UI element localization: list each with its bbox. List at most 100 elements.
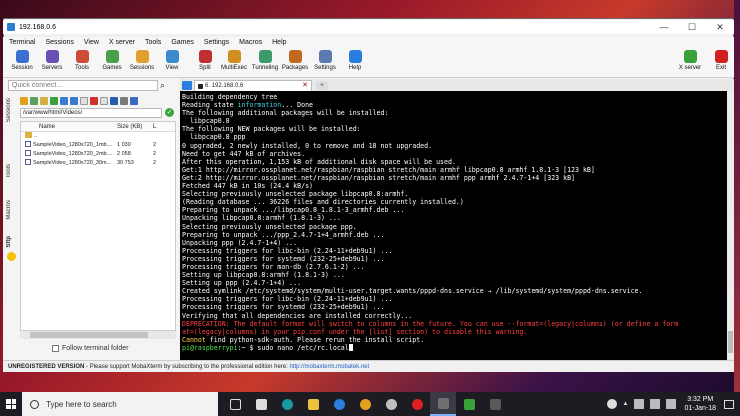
menu-x-server[interactable]: X server: [109, 39, 135, 46]
file-list-scrollbar[interactable]: [20, 331, 176, 339]
view-icon[interactable]: [120, 96, 128, 105]
people-icon[interactable]: [606, 399, 617, 409]
file-explorer-icon[interactable]: [300, 392, 326, 416]
file-row[interactable]: SampleVideo_1280x720_30m... 30 753 2: [21, 159, 175, 168]
edge-icon[interactable]: [326, 392, 352, 416]
terminal-text: Setting up libpcap0.8:armhf (1.8.1-3) ..…: [182, 271, 345, 280]
terminal-text: Cannot: [182, 335, 206, 344]
show-hidden-icons[interactable]: ▲: [623, 401, 629, 407]
clock[interactable]: 3:32 PM 01-Jan-18: [684, 395, 716, 413]
refresh-icon[interactable]: [50, 96, 58, 105]
vertical-tabs: Sessions Tools Macros Sftp: [5, 96, 19, 266]
path-ok-icon[interactable]: ✓: [165, 108, 174, 117]
x-server-button[interactable]: X server: [675, 50, 705, 71]
scrollbar-thumb[interactable]: [728, 331, 733, 353]
file-row[interactable]: SampleVideo_1280x720_1mb.... 1 030 2: [21, 141, 175, 150]
start-button[interactable]: [0, 392, 22, 416]
smiley-icon[interactable]: [7, 252, 16, 261]
exit-button[interactable]: Exit: [706, 50, 736, 71]
rename-icon[interactable]: [110, 96, 118, 105]
tunneling-button[interactable]: Tunneling: [250, 50, 280, 71]
up-folder-icon[interactable]: [20, 96, 28, 105]
terminal-output[interactable]: Building dependency tree Reading state in…: [180, 91, 727, 360]
tab-sftp[interactable]: Sftp: [6, 236, 12, 248]
delete-icon[interactable]: [90, 96, 98, 105]
close-tab-icon[interactable]: ✕: [302, 81, 308, 91]
sessions-button[interactable]: Sessions: [127, 50, 157, 71]
media-icon[interactable]: [378, 392, 404, 416]
menu-help[interactable]: Help: [272, 39, 286, 46]
menu-terminal[interactable]: Terminal: [9, 39, 35, 46]
upload-icon[interactable]: [70, 96, 78, 105]
follow-terminal-folder[interactable]: Follow terminal folder: [52, 345, 129, 352]
folder-icon[interactable]: [40, 96, 48, 105]
text-file-icon[interactable]: [100, 96, 108, 105]
notification-icon[interactable]: [724, 399, 734, 409]
search-icon[interactable]: ⌕: [160, 80, 165, 91]
menu-tools[interactable]: Tools: [145, 39, 161, 46]
mobaxterm-taskbar-icon[interactable]: [430, 392, 456, 416]
split-button[interactable]: Split: [190, 50, 220, 71]
column-last[interactable]: L: [151, 122, 173, 131]
volume-icon[interactable]: [650, 399, 661, 409]
menu-games[interactable]: Games: [171, 39, 194, 46]
mobaxterm-link[interactable]: http://mobaxterm.mobatek.net: [289, 364, 369, 370]
settings-button[interactable]: Settings: [310, 50, 340, 71]
tab-tools[interactable]: Tools: [6, 164, 12, 178]
view-button[interactable]: View: [157, 50, 187, 71]
opera-icon[interactable]: [404, 392, 430, 416]
new-file-icon[interactable]: [80, 96, 88, 105]
file-row[interactable]: SampleVideo_1280x720_2mb.... 2 058 2: [21, 150, 175, 159]
toolbar-button-label: Servers: [41, 65, 63, 71]
scrollbar-thumb[interactable]: [30, 332, 148, 338]
packages-button[interactable]: Packages: [280, 50, 310, 71]
multiexec-button[interactable]: MultiExec: [219, 50, 249, 71]
download-icon[interactable]: [60, 96, 68, 105]
quick-connect-input[interactable]: Quick connect...: [8, 80, 158, 91]
tab-macros[interactable]: Macros: [6, 200, 12, 220]
menu-settings[interactable]: Settings: [204, 39, 229, 46]
sftp-settings-icon[interactable]: [130, 96, 138, 105]
games-button[interactable]: Games: [97, 50, 127, 71]
maximize-button[interactable]: ☐: [678, 20, 706, 34]
terminal-line: Building dependency tree: [182, 93, 725, 101]
menu-view[interactable]: View: [84, 39, 99, 46]
terminal-cursor: [348, 343, 353, 351]
file-row[interactable]: ..: [21, 132, 175, 141]
chrome-icon[interactable]: [352, 392, 378, 416]
close-button[interactable]: ✕: [706, 20, 734, 34]
home-folder-icon[interactable]: [30, 96, 38, 105]
minimize-button[interactable]: —: [650, 20, 678, 34]
packages-icon: [288, 50, 302, 63]
path-input[interactable]: /var/www/html/Videos/: [20, 108, 162, 118]
terminal-text: Unpacking ppp (2.4.7-1+4) ...: [182, 238, 298, 247]
calculator-icon[interactable]: [482, 392, 508, 416]
menu-macros[interactable]: Macros: [239, 39, 262, 46]
network-icon[interactable]: [634, 399, 645, 409]
language-icon[interactable]: [666, 399, 677, 409]
column-name[interactable]: Name: [21, 122, 113, 131]
help-button[interactable]: Help: [340, 50, 370, 71]
taskbar-search[interactable]: Type here to search: [22, 392, 218, 416]
app-green-icon[interactable]: [456, 392, 482, 416]
file-last: 2: [153, 160, 157, 166]
new-tab-button[interactable]: +: [316, 81, 328, 90]
arduino-icon[interactable]: [274, 392, 300, 416]
task-view-icon[interactable]: [222, 392, 248, 416]
session-button[interactable]: Session: [7, 50, 37, 71]
terminal-text: After this operation, 1,153 kB of additi…: [182, 157, 456, 166]
follow-checkbox[interactable]: [52, 345, 59, 352]
store-icon[interactable]: [248, 392, 274, 416]
search-placeholder: Type here to search: [46, 399, 117, 409]
terminal-scrollbar[interactable]: [727, 91, 734, 360]
column-size[interactable]: Size (KB): [113, 122, 151, 131]
servers-button[interactable]: Servers: [37, 50, 67, 71]
menu-sessions[interactable]: Sessions: [45, 39, 73, 46]
file-last: 2: [153, 142, 157, 148]
terminal-text: Unpacking libpcap0.8:armhf (1.8.1-3) ...: [182, 214, 341, 223]
tab-sessions[interactable]: Sessions: [6, 98, 12, 122]
home-tab-icon[interactable]: [182, 81, 192, 90]
tab-session-6[interactable]: 6. 192.168.0.6 ✕: [194, 80, 312, 91]
terminal-tab-bar: 6. 192.168.0.6 ✕ +: [180, 79, 734, 91]
tools-button[interactable]: Tools: [67, 50, 97, 71]
